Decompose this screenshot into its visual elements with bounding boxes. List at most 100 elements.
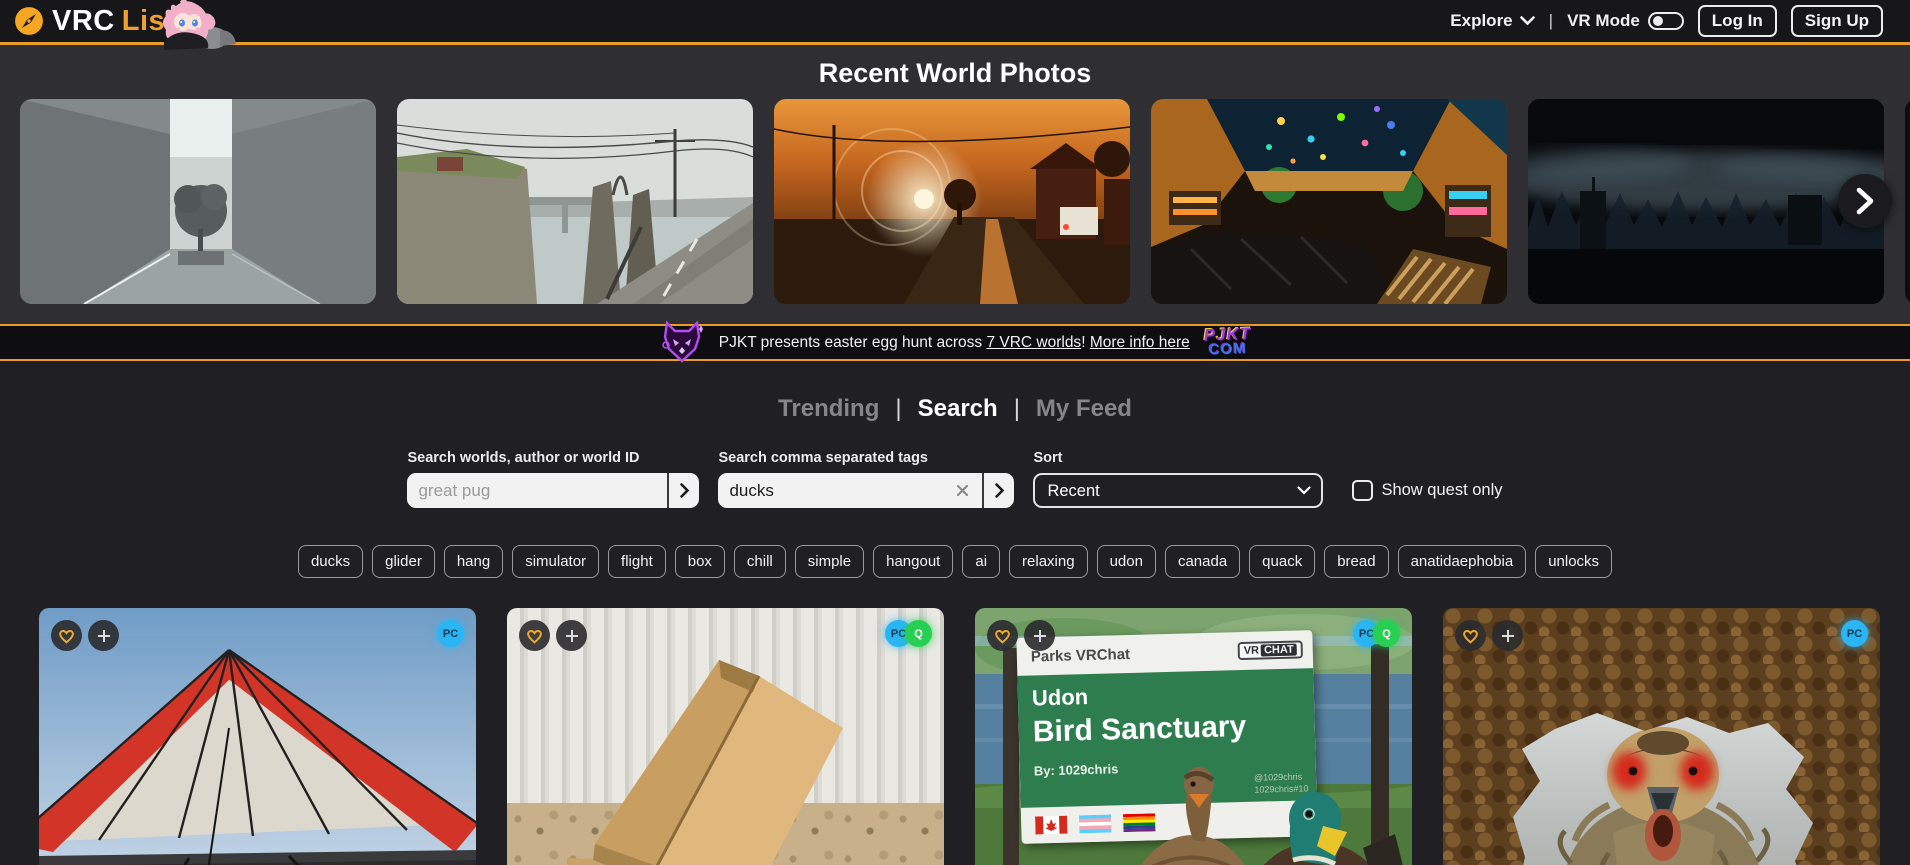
view-tabs: Trending | Search | My Feed (0, 394, 1910, 424)
favorite-heart-button[interactable] (987, 620, 1018, 651)
tab-search[interactable]: Search (918, 395, 998, 423)
tag-pill[interactable]: glider (372, 545, 435, 578)
pjkt-com-logo[interactable]: PJKT COM (1203, 324, 1251, 359)
pjkt-fox-icon (661, 319, 703, 363)
world-search-label: Search worlds, author or world ID (407, 450, 640, 466)
event-banner: PJKT presents easter egg hunt across 7 V… (0, 319, 1910, 363)
heart-icon (527, 629, 542, 644)
add-to-list-button[interactable] (88, 620, 119, 651)
tag-pill[interactable]: simple (794, 545, 865, 578)
world-photo-1[interactable] (20, 99, 376, 304)
pc-platform-badge: PC (1841, 620, 1868, 647)
vr-mode-toggle[interactable] (1647, 12, 1684, 30)
tag-pill[interactable]: relaxing (1009, 545, 1088, 578)
world-search-submit-button[interactable] (667, 473, 700, 508)
tab-my-feed[interactable]: My Feed (1036, 395, 1132, 423)
sort-field: Sort Recent (1033, 450, 1324, 508)
tab-trending[interactable]: Trending (778, 395, 879, 423)
quest-only-checkbox[interactable] (1352, 480, 1374, 501)
card-actions (519, 620, 587, 651)
card-actions (987, 620, 1055, 651)
tag-pill[interactable]: unlocks (1535, 545, 1613, 578)
sign-line2: Bird Sanctuary (1032, 709, 1247, 749)
bread-frame-opening (1513, 713, 1813, 865)
add-to-list-button[interactable] (1492, 620, 1523, 651)
banner-worlds-link[interactable]: 7 VRC worlds (986, 334, 1081, 351)
world-results-grid: PC PC Q Parks VRChat VR CHAT Udon Bird S… (39, 608, 1910, 865)
heart-icon (1463, 629, 1478, 644)
sign-line1: Udon (1031, 684, 1089, 711)
add-to-list-button[interactable] (1024, 620, 1055, 651)
vr-mode-label: VR Mode (1567, 11, 1640, 30)
world-photo-3[interactable] (774, 99, 1130, 304)
tag-search-submit-button[interactable] (982, 473, 1015, 508)
clear-tags-button[interactable] (951, 483, 974, 498)
photo-carousel (0, 99, 1910, 304)
world-search-field: Search worlds, author or world ID (407, 450, 700, 508)
plus-icon (97, 629, 110, 642)
tag-pill[interactable]: canada (1164, 545, 1241, 578)
brand-primary: VRC (52, 4, 115, 37)
explore-menu[interactable]: Explore (1450, 11, 1535, 31)
recent-photos-section: Recent World Photos (0, 45, 1910, 324)
world-card[interactable]: PC (1443, 608, 1880, 865)
world-card[interactable]: PC (39, 608, 476, 865)
card-actions (1455, 620, 1523, 651)
explore-label: Explore (1450, 11, 1513, 30)
tag-pill[interactable]: anatidaephobia (1397, 545, 1527, 578)
tag-pill[interactable]: chill (733, 545, 786, 578)
platform-badges: PC Q (1353, 620, 1400, 647)
tab-separator: | (1013, 395, 1020, 422)
chevron-right-icon (680, 483, 690, 498)
quest-platform-badge: Q (905, 620, 932, 647)
tag-pill[interactable]: hangout (873, 545, 954, 578)
tag-pill[interactable]: box (674, 545, 725, 578)
banner-exclaim: ! (1081, 333, 1086, 351)
chevron-right-icon (995, 483, 1005, 498)
world-photo-4[interactable] (1151, 99, 1507, 304)
tag-pill[interactable]: udon (1096, 545, 1156, 578)
sort-label: Sort (1033, 450, 1063, 466)
tag-search-label: Search comma separated tags (718, 450, 928, 466)
world-search-input[interactable] (418, 480, 660, 501)
vrchat-logo: VR CHAT (1237, 640, 1303, 661)
tag-pill[interactable]: quack (1249, 545, 1316, 578)
favorite-heart-button[interactable] (1455, 620, 1486, 651)
sanctuary-sign: Parks VRChat VR CHAT Udon Bird Sanctuary … (1016, 630, 1318, 844)
pc-platform-badge: PC (437, 620, 464, 647)
pjkt-logo-bottom: COM (1208, 339, 1248, 359)
card-actions (51, 620, 119, 651)
tag-pill[interactable]: ducks (297, 545, 364, 578)
mascot-image (163, 0, 236, 50)
trans-flag-icon (1079, 814, 1112, 834)
signup-button[interactable]: Sign Up (1790, 5, 1883, 37)
tag-pill[interactable]: flight (608, 545, 666, 578)
platform-badges: PC (1841, 620, 1868, 647)
header-divider: | (1548, 11, 1554, 30)
world-card[interactable]: PC Q (507, 608, 944, 865)
login-button[interactable]: Log In (1697, 5, 1777, 37)
tag-pill[interactable]: bread (1324, 545, 1389, 578)
favorite-heart-button[interactable] (51, 620, 82, 651)
quest-platform-badge: Q (1373, 620, 1400, 647)
tag-pill[interactable]: ai (962, 545, 1001, 578)
canada-flag-icon (1035, 815, 1068, 835)
vrc-list-page: VRC List Explore | VR Mode Log In Sign U… (0, 0, 1910, 865)
header-nav: Explore | VR Mode Log In Sign Up (1450, 5, 1883, 37)
world-photo-6[interactable] (1905, 99, 1910, 304)
world-photo-2[interactable] (397, 99, 753, 304)
favorite-heart-button[interactable] (519, 620, 550, 651)
main-content: Trending | Search | My Feed Search world… (0, 394, 1910, 865)
add-to-list-button[interactable] (556, 620, 587, 651)
tag-search-input[interactable] (729, 480, 952, 501)
tag-pill[interactable]: simulator (512, 545, 600, 578)
world-card[interactable]: Parks VRChat VR CHAT Udon Bird Sanctuary … (975, 608, 1412, 865)
vr-mode-group: VR Mode (1567, 11, 1684, 31)
plus-icon (1033, 629, 1046, 642)
tag-pill[interactable]: hang (443, 545, 504, 578)
compass-icon (15, 7, 43, 35)
banner-info-link[interactable]: More info here (1090, 334, 1190, 351)
sort-select[interactable]: Recent (1033, 473, 1324, 508)
carousel-next-button[interactable] (1838, 174, 1892, 228)
world-photo-5[interactable] (1528, 99, 1884, 304)
